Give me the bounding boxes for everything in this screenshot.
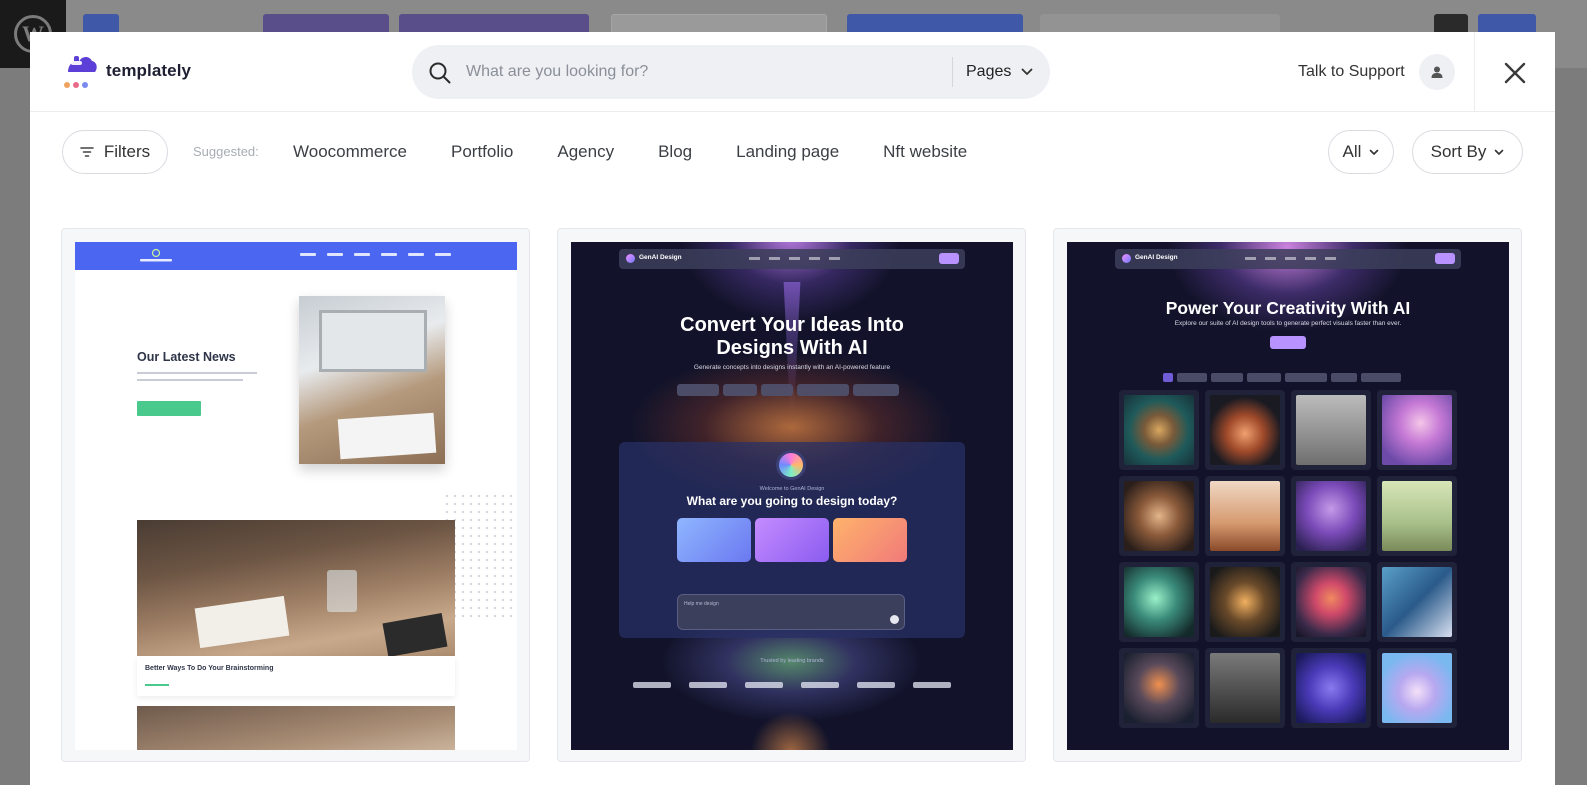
wp-sidebar-edge (1553, 68, 1587, 785)
tag-landing-page[interactable]: Landing page (736, 142, 839, 162)
preview-second-photo (137, 706, 455, 750)
tag-blog[interactable]: Blog (658, 142, 692, 162)
preview-subtitle: Generate concepts into designs instantly… (693, 364, 891, 371)
search-type-select[interactable]: Pages (966, 45, 1033, 99)
user-avatar-icon[interactable] (1418, 54, 1455, 90)
template-card[interactable]: GenAI Design Convert Your Ideas Into Des… (557, 228, 1026, 762)
preview-heading: Our Latest News (137, 350, 236, 364)
tag-nft-website[interactable]: Nft website (883, 142, 967, 162)
preview-navbar: GenAI Design (1115, 249, 1461, 269)
preview-navbar: GenAI Design (619, 249, 965, 269)
templately-modal: templately Pages Talk to Support Fil (30, 32, 1555, 785)
support-label: Talk to Support (1298, 63, 1405, 80)
preview-headline: Convert Your Ideas Into Designs With AI (680, 314, 904, 359)
all-filter-dropdown[interactable]: All (1328, 130, 1394, 174)
preview-meeting-photo (137, 520, 455, 657)
sort-by-label: Sort By (1430, 142, 1487, 161)
filters-button[interactable]: Filters (62, 130, 168, 174)
search-icon (428, 61, 452, 85)
tag-portfolio[interactable]: Portfolio (451, 142, 513, 162)
filters-label: Filters (103, 142, 151, 161)
template-card[interactable]: Our Latest News Better Ways To Do Your B… (61, 228, 530, 762)
preview-brand-name: GenAI Design (1135, 254, 1178, 261)
search-divider (952, 57, 953, 87)
template-thumbnail: Our Latest News Better Ways To Do Your B… (75, 242, 517, 750)
tag-woocommerce[interactable]: Woocommerce (293, 142, 407, 162)
preview-image-grid (1119, 390, 1457, 728)
preview-tool-chips (677, 384, 903, 396)
chevron-down-icon (1495, 149, 1504, 155)
support-link[interactable]: Talk to Support (1298, 54, 1455, 90)
tag-agency[interactable]: Agency (557, 142, 614, 162)
all-filter-label: All (1342, 142, 1362, 161)
preview-navbar (75, 242, 517, 270)
preview-post-title: Better Ways To Do Your Brainstorming (145, 665, 274, 672)
preview-nav-links (300, 253, 462, 256)
preview-cta-button (137, 401, 201, 416)
search-bar: Pages (412, 45, 1050, 99)
template-thumbnail: GenAI Design Power Your Creativity With … (1067, 242, 1509, 750)
search-type-label: Pages (966, 63, 1012, 80)
preview-get-started-button (1270, 336, 1306, 349)
sort-by-dropdown[interactable]: Sort By (1412, 130, 1523, 174)
preview-design-panel: Welcome to GenAI Design What are you goi… (619, 442, 965, 638)
preview-brand-name: GenAI Design (639, 254, 682, 261)
preview-brand-logo (140, 248, 172, 262)
preview-post-card: Better Ways To Do Your Brainstorming (137, 656, 455, 696)
chevron-down-icon (1021, 68, 1033, 75)
brand-name: templately (106, 61, 192, 80)
preview-headline: Power Your Creativity With AI (1165, 298, 1411, 318)
modal-header: templately Pages Talk to Support (30, 32, 1555, 112)
close-modal-button[interactable] (1500, 58, 1530, 88)
suggested-label: Suggested: (193, 144, 259, 159)
preview-laptop-photo (299, 296, 445, 464)
close-icon (1504, 62, 1526, 84)
preview-partner-logos (633, 682, 969, 688)
template-card[interactable]: GenAI Design Power Your Creativity With … (1053, 228, 1522, 762)
header-separator (1474, 32, 1475, 112)
templately-logo-icon (62, 52, 98, 90)
preview-subtitle: Explore our suite of AI design tools to … (1174, 320, 1402, 327)
template-thumbnail: GenAI Design Convert Your Ideas Into Des… (571, 242, 1013, 750)
preview-category-chips (1163, 373, 1405, 382)
chevron-down-icon (1370, 149, 1379, 155)
preview-question: What are you going to design today? (686, 494, 898, 508)
filter-icon (80, 147, 94, 157)
templately-logo[interactable]: templately (62, 52, 191, 90)
search-input[interactable] (466, 45, 946, 99)
suggested-tags: Woocommerce Portfolio Agency Blog Landin… (293, 130, 1011, 174)
